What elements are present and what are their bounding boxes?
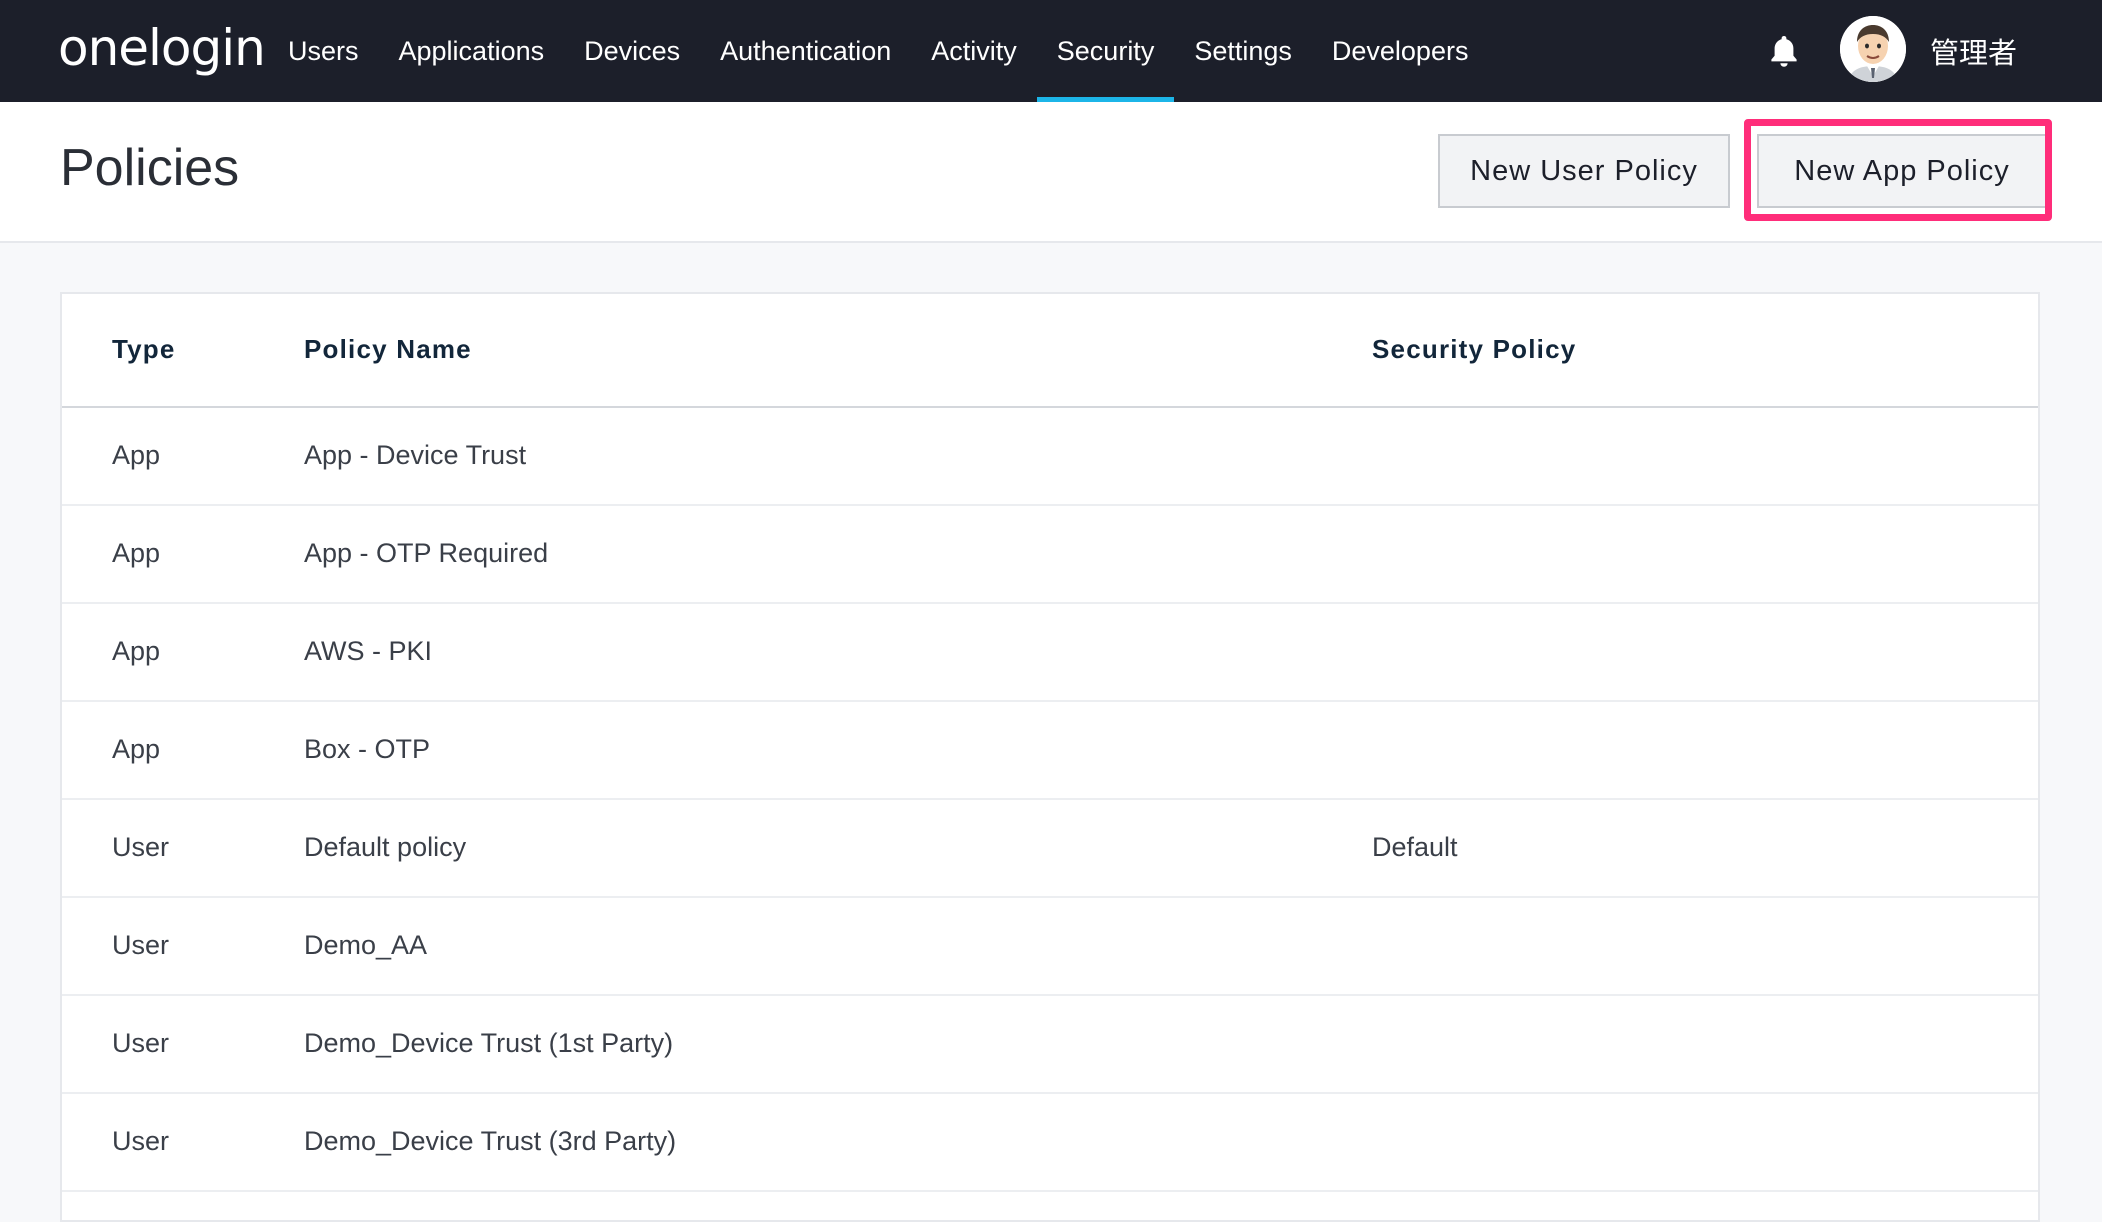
- avatar-face-icon: [1840, 16, 1906, 82]
- nav-item-activity[interactable]: Activity: [911, 0, 1037, 102]
- new-user-policy-button[interactable]: New User Policy: [1438, 134, 1730, 208]
- cell-security-policy: Default: [1372, 832, 1458, 862]
- cell-type: App: [112, 734, 161, 764]
- cell-type: User: [112, 930, 170, 960]
- nav-item-users[interactable]: Users: [268, 0, 379, 102]
- bell-icon[interactable]: [1768, 34, 1800, 68]
- cell-type: User: [112, 1126, 170, 1156]
- top-navigation-bar: onelogin Users Applications Devices Auth…: [0, 0, 2102, 102]
- main-nav: Users Applications Devices Authenticatio…: [268, 0, 1488, 102]
- cell-policy-name[interactable]: Demo_Device Trust (3rd Party): [304, 1126, 676, 1157]
- table-row[interactable]: App AWS - PKI: [62, 604, 2038, 702]
- onelogin-logo[interactable]: onelogin: [58, 18, 266, 78]
- column-header-policy-name[interactable]: Policy Name: [304, 334, 472, 365]
- table-row[interactable]: App App - Device Trust: [62, 408, 2038, 506]
- cell-policy-name[interactable]: Default policy: [304, 832, 466, 863]
- cell-policy-name[interactable]: App - Device Trust: [304, 440, 526, 471]
- table-header: Type Policy Name Security Policy: [62, 294, 2038, 408]
- column-header-type[interactable]: Type: [112, 334, 176, 365]
- new-app-policy-button[interactable]: New App Policy: [1757, 134, 2047, 208]
- nav-item-devices[interactable]: Devices: [564, 0, 700, 102]
- cell-type: User: [112, 832, 170, 862]
- table-row[interactable]: App App - OTP Required: [62, 506, 2038, 604]
- table-row[interactable]: App Box - OTP: [62, 702, 2038, 800]
- nav-item-settings[interactable]: Settings: [1174, 0, 1312, 102]
- table-row[interactable]: User Demo_AA: [62, 898, 2038, 996]
- user-avatar[interactable]: [1840, 16, 1906, 82]
- page-title: Policies: [60, 139, 240, 197]
- table-body: App App - Device Trust App App - OTP Req…: [62, 408, 2038, 1192]
- cell-type: App: [112, 636, 161, 666]
- cell-policy-name[interactable]: Box - OTP: [304, 734, 430, 765]
- nav-item-security[interactable]: Security: [1036, 0, 1175, 102]
- table-row[interactable]: User Demo_Device Trust (1st Party): [62, 996, 2038, 1094]
- policies-table: Type Policy Name Security Policy App App…: [60, 292, 2040, 1222]
- cell-type: App: [112, 538, 161, 568]
- nav-item-applications[interactable]: Applications: [379, 0, 565, 102]
- table-row[interactable]: User Demo_Device Trust (3rd Party): [62, 1094, 2038, 1192]
- user-name[interactable]: 管理者: [1930, 30, 2017, 72]
- cell-type: App: [112, 440, 161, 470]
- nav-item-developers[interactable]: Developers: [1312, 0, 1489, 102]
- table-row[interactable]: User Default policy Default: [62, 800, 2038, 898]
- column-header-security-policy[interactable]: Security Policy: [1372, 334, 1576, 365]
- cell-policy-name[interactable]: App - OTP Required: [304, 538, 548, 569]
- page-header: Policies New User Policy New App Policy: [0, 102, 2102, 243]
- cell-policy-name[interactable]: AWS - PKI: [304, 636, 432, 667]
- cell-policy-name[interactable]: Demo_Device Trust (1st Party): [304, 1028, 673, 1059]
- cell-type: User: [112, 1028, 170, 1058]
- nav-item-authentication[interactable]: Authentication: [700, 0, 911, 102]
- cell-policy-name[interactable]: Demo_AA: [304, 930, 427, 961]
